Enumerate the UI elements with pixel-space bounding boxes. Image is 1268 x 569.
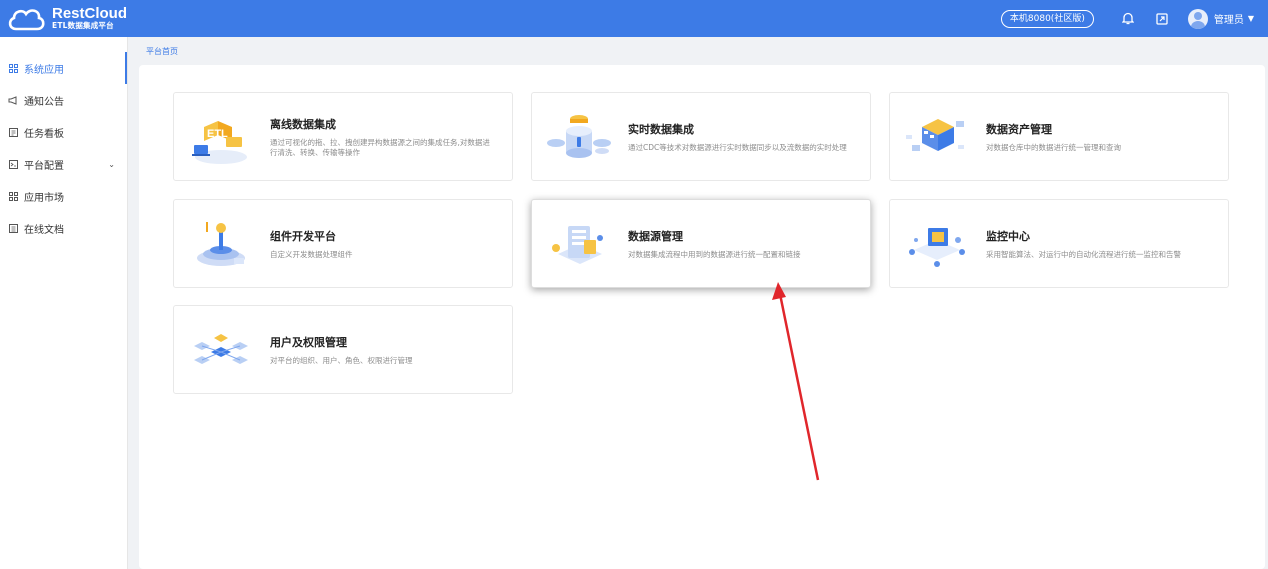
sidebar-item-notices[interactable]: 通知公告 (0, 84, 127, 116)
etl-illustration-icon: ETL (192, 120, 247, 164)
sidebar-item-system-apps[interactable]: 系统应用 (0, 52, 127, 84)
datasource-illustration-icon (552, 225, 603, 264)
board-icon (8, 127, 18, 137)
logo-subtitle: ETL数据集成平台 (52, 21, 114, 30)
sidebar-item-online-docs[interactable]: 在线文档 (0, 212, 127, 244)
card-title: 数据资产管理 (986, 122, 1052, 136)
sidebar-item-label: 通知公告 (24, 96, 64, 108)
logo-title: RestCloud (52, 5, 127, 22)
chevron-down-icon[interactable]: ⌄ (108, 160, 115, 169)
card-title: 用户及权限管理 (270, 335, 347, 349)
card-monitoring-center[interactable]: 监控中心 采用智能算法、对运行中的自动化流程进行统一监控和告警 (889, 199, 1229, 288)
card-description: 对平台的组织、用户、角色、权限进行管理 (270, 355, 413, 365)
data-asset-illustration-icon (906, 118, 964, 151)
card-user-permission-management[interactable]: 用户及权限管理 对平台的组织、用户、角色、权限进行管理 (173, 305, 513, 394)
realtime-illustration-icon (547, 114, 611, 158)
card-title: 数据源管理 (628, 229, 683, 243)
sidebar-item-label: 应用市场 (24, 192, 64, 204)
card-component-dev-platform[interactable]: 组件开发平台 自定义开发数据处理组件 (173, 199, 513, 288)
card-description: 采用智能算法、对运行中的自动化流程进行统一监控和告警 (986, 249, 1181, 259)
main-content: ETL 离线数据集成 通过可视化的拖、拉、拽创建异构数据源之间的集成任务,对数据… (139, 65, 1265, 569)
card-description: 对数据集成流程中用到的数据源进行统一配置和链接 (628, 249, 801, 259)
cloud-logo-icon (8, 8, 45, 30)
card-data-asset-management[interactable]: 数据资产管理 对数据仓库中的数据进行统一管理和查询 (889, 92, 1229, 181)
bell-icon[interactable] (1120, 11, 1136, 27)
card-realtime-integration[interactable]: 实时数据集成 通过CDC等技术对数据源进行实时数据同步以及流数据的实时处理 (531, 92, 871, 181)
component-dev-illustration-icon (197, 221, 245, 266)
card-offline-integration[interactable]: ETL 离线数据集成 通过可视化的拖、拉、拽创建异构数据源之间的集成任务,对数据… (173, 92, 513, 181)
breadcrumb[interactable]: 平台首页 (146, 46, 178, 57)
config-icon (8, 159, 18, 169)
sidebar-item-label: 平台配置 (24, 160, 64, 172)
megaphone-icon (8, 95, 18, 105)
sidebar-item-task-board[interactable]: 任务看板 (0, 116, 127, 148)
svg-text:ETL: ETL (207, 128, 228, 140)
monitoring-illustration-icon (909, 227, 965, 267)
top-bar: RestCloud ETL数据集成平台 本机8080(社区版) 管理员 ▼ (0, 0, 1268, 37)
sidebar-item-label: 在线文档 (24, 224, 64, 236)
logo[interactable]: RestCloud ETL数据集成平台 (6, 5, 127, 33)
user-permission-illustration-icon (194, 333, 248, 364)
sidebar-item-label: 任务看板 (24, 128, 64, 140)
sidebar: 系统应用 通知公告 任务看板 平台配置 ⌄ 应用市场 在线文档 (0, 37, 128, 569)
export-icon[interactable] (1154, 11, 1170, 27)
card-description: 通过可视化的拖、拉、拽创建异构数据源之间的集成任务,对数据进行清洗、转换、传输等… (270, 137, 490, 157)
card-title: 监控中心 (986, 229, 1030, 243)
grid-icon (8, 63, 18, 73)
environment-badge[interactable]: 本机8080(社区版) (1000, 9, 1094, 28)
caret-down-icon[interactable]: ▼ (1248, 14, 1254, 23)
card-title: 离线数据集成 (270, 117, 336, 131)
card-description: 通过CDC等技术对数据源进行实时数据同步以及流数据的实时处理 (628, 142, 847, 152)
card-title: 组件开发平台 (270, 229, 336, 243)
card-description: 对数据仓库中的数据进行统一管理和查询 (986, 142, 1121, 152)
grid-icon (8, 191, 18, 201)
card-title: 实时数据集成 (628, 122, 694, 136)
sidebar-item-label: 系统应用 (24, 64, 64, 76)
card-datasource-management[interactable]: 数据源管理 对数据集成流程中用到的数据源进行统一配置和链接 (531, 199, 871, 288)
sidebar-item-app-market[interactable]: 应用市场 (0, 180, 127, 212)
card-description: 自定义开发数据处理组件 (270, 249, 353, 259)
avatar[interactable] (1187, 8, 1208, 29)
document-icon (8, 223, 18, 233)
user-name[interactable]: 管理员 (1214, 11, 1244, 26)
sidebar-item-platform-config[interactable]: 平台配置 ⌄ (0, 148, 127, 180)
